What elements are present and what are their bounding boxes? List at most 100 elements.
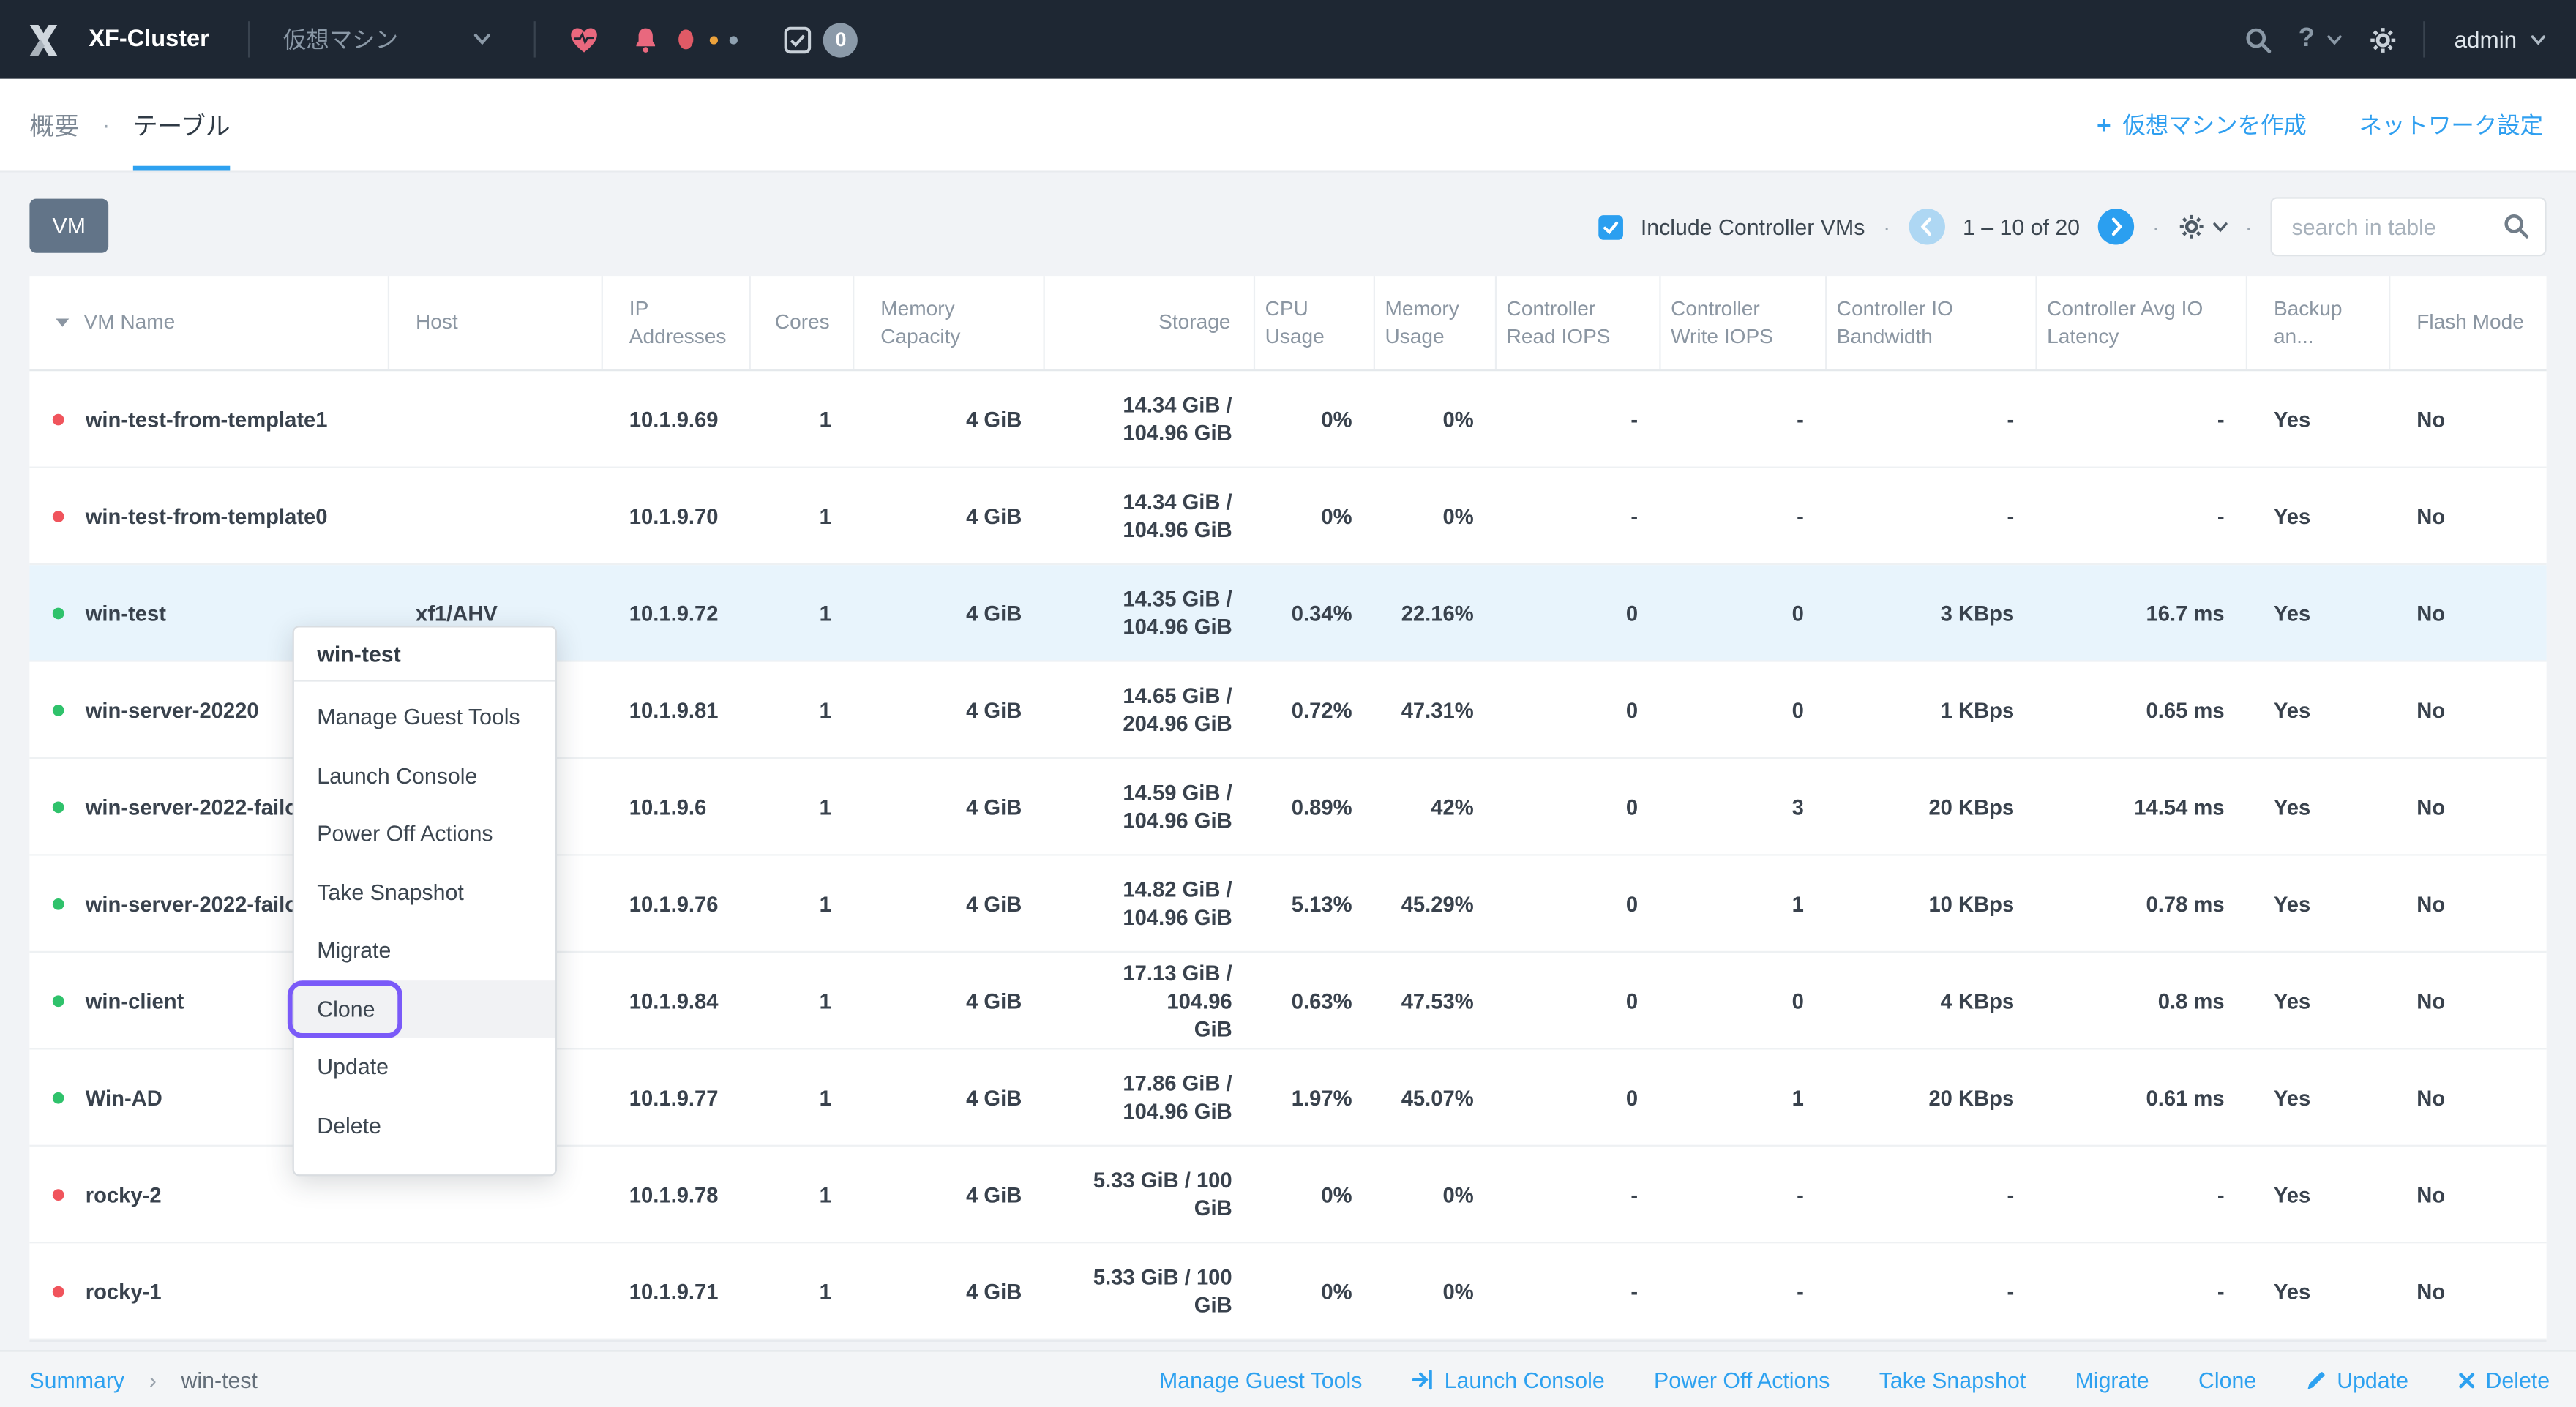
cell-backup: Yes	[2247, 468, 2390, 563]
tasks-button[interactable]: 0	[785, 22, 858, 56]
cell-memory: 4 GiB	[854, 1049, 1044, 1144]
column-header-memory-usage[interactable]: Memory Usage	[1375, 276, 1497, 369]
tab-separator: ·	[102, 111, 110, 139]
footer-action-delete[interactable]: Delete	[2457, 1367, 2550, 1392]
footer-action-migrate[interactable]: Migrate	[2075, 1367, 2149, 1392]
vm-name[interactable]: win-server-2022-failo	[86, 792, 298, 820]
table-row[interactable]: win-test-from-template010.1.9.7014 GiB14…	[29, 468, 2546, 565]
breadcrumb: Summary › win-test	[29, 1367, 258, 1392]
entity-menu-dropdown[interactable]: 仮想マシン	[283, 23, 492, 56]
vm-power-status-dot	[53, 800, 64, 812]
cell-cpu: 0%	[1255, 1243, 1375, 1338]
toolbar-separator: ·	[2152, 214, 2160, 239]
context-menu-item-take-snapshot[interactable]: Take Snapshot	[294, 863, 555, 922]
search-icon[interactable]	[2502, 212, 2530, 240]
table-search	[2270, 197, 2546, 256]
column-header-cores[interactable]: Cores	[751, 276, 854, 369]
vm-name[interactable]: rocky-1	[86, 1277, 162, 1305]
vm-name[interactable]: win-test	[86, 599, 166, 626]
column-header-controller-write-iops[interactable]: Controller Write IOPS	[1661, 276, 1827, 369]
vm-name[interactable]: rocky-2	[86, 1180, 162, 1208]
column-header-controller-avg-io-latency[interactable]: Controller Avg IO Latency	[2037, 276, 2247, 369]
column-header-cpu-usage[interactable]: CPU Usage	[1255, 276, 1375, 369]
user-menu[interactable]: admin	[2455, 26, 2547, 53]
tab-overview[interactable]: 概要	[29, 79, 78, 171]
cell-mem_usage: 45.07%	[1375, 1049, 1497, 1144]
column-header-storage[interactable]: Storage	[1045, 276, 1255, 369]
create-vm-link[interactable]: + 仮想マシンを作成	[2097, 108, 2307, 141]
footer-action-take-snapshot[interactable]: Take Snapshot	[1879, 1367, 2026, 1392]
pagination-prev-button[interactable]	[1909, 209, 1944, 244]
context-menu-item-power-off-actions[interactable]: Power Off Actions	[294, 805, 555, 863]
cell-io_lat: -	[2037, 371, 2247, 466]
context-menu-title: win-test	[294, 628, 555, 682]
vm-name[interactable]: win-server-20220	[86, 696, 259, 724]
vm-name[interactable]: win-server-2022-failo	[86, 890, 298, 918]
footer-action-update[interactable]: Update	[2306, 1367, 2408, 1392]
footer-action-label: Migrate	[2075, 1367, 2149, 1392]
cell-ip: 10.1.9.72	[603, 565, 751, 660]
column-header-label: VM Name	[83, 309, 175, 337]
footer-action-label: Manage Guest Tools	[1159, 1367, 1362, 1392]
vm-name[interactable]: win-test-from-template1	[86, 405, 328, 432]
cell-cpu: 0.63%	[1255, 953, 1375, 1048]
help-menu[interactable]: ?	[2299, 25, 2343, 54]
cell-io_lat: 0.61 ms	[2037, 1049, 2247, 1144]
footer-action-power-off-actions[interactable]: Power Off Actions	[1654, 1367, 1830, 1392]
cell-read_iops: 0	[1497, 1049, 1660, 1144]
column-header-host[interactable]: Host	[389, 276, 603, 369]
column-header-flash-mode[interactable]: Flash Mode	[2390, 276, 2546, 369]
column-header-label: Memory Usage	[1385, 295, 1472, 350]
column-header-controller-io-bandwidth[interactable]: Controller IO Bandwidth	[1827, 276, 2037, 369]
cell-cores: 1	[751, 662, 854, 757]
cell-read_iops: 0	[1497, 565, 1660, 660]
vm-type-button[interactable]: VM	[29, 199, 108, 253]
cell-storage: 14.65 GiB / 204.96 GiB	[1045, 662, 1255, 757]
vm-name[interactable]: Win-AD	[86, 1084, 162, 1111]
footer-action-label: Take Snapshot	[1879, 1367, 2026, 1392]
cell-ip: 10.1.9.84	[603, 953, 751, 1048]
info-alert-dot[interactable]	[730, 35, 738, 43]
alerts-bell-icon[interactable]	[633, 26, 659, 53]
context-menu-item-clone[interactable]: Clone	[294, 980, 555, 1038]
breadcrumb-summary-link[interactable]: Summary	[29, 1367, 124, 1392]
settings-gear-icon[interactable]	[2369, 26, 2397, 53]
cell-flash: No	[2390, 565, 2546, 660]
tab-table[interactable]: テーブル	[133, 79, 231, 171]
context-menu-item-manage-guest-tools[interactable]: Manage Guest Tools	[294, 689, 555, 747]
warning-alert-dot[interactable]	[711, 35, 719, 43]
table-row[interactable]: rocky-110.1.9.7114 GiB5.33 GiB / 100 GiB…	[29, 1243, 2546, 1340]
vm-name[interactable]: win-client	[86, 986, 184, 1014]
footer-action-launch-console[interactable]: Launch Console	[1412, 1367, 1605, 1392]
column-header-ip-addresses[interactable]: IP Addresses	[603, 276, 751, 369]
nutanix-x-logo[interactable]	[23, 19, 64, 60]
pagination-next-button[interactable]	[2098, 209, 2134, 244]
cell-read_iops: 0	[1497, 953, 1660, 1048]
table-row[interactable]: win-test-from-template110.1.9.6914 GiB14…	[29, 371, 2546, 468]
network-config-link[interactable]: ネットワーク設定	[2359, 108, 2543, 141]
cell-io_lat: 0.8 ms	[2037, 953, 2247, 1048]
health-heart-icon[interactable]	[569, 25, 600, 54]
column-header-backup-an-[interactable]: Backup an...	[2247, 276, 2390, 369]
footer-action-manage-guest-tools[interactable]: Manage Guest Tools	[1159, 1367, 1362, 1392]
cell-name: rocky-1	[29, 1243, 389, 1338]
context-menu-item-delete[interactable]: Delete	[294, 1096, 555, 1155]
cell-memory: 4 GiB	[854, 856, 1044, 951]
column-header-vm-name[interactable]: VM Name	[29, 276, 389, 369]
footer-action-clone[interactable]: Clone	[2198, 1367, 2256, 1392]
cell-write_iops: 0	[1661, 953, 1827, 1048]
cell-memory: 4 GiB	[854, 953, 1044, 1048]
context-menu-item-update[interactable]: Update	[294, 1038, 555, 1097]
include-controller-vms-checkbox[interactable]	[1598, 214, 1622, 239]
vm-name[interactable]: win-test-from-template0	[86, 502, 328, 530]
column-header-controller-read-iops[interactable]: Controller Read IOPS	[1497, 276, 1660, 369]
context-menu-item-migrate[interactable]: Migrate	[294, 921, 555, 980]
critical-alert-badge[interactable]	[679, 29, 694, 49]
context-menu-item-launch-console[interactable]: Launch Console	[294, 746, 555, 805]
column-header-label: Cores	[775, 309, 830, 337]
column-header-memory-capacity[interactable]: Memory Capacity	[854, 276, 1044, 369]
context-menu-item-label: Delete	[317, 1113, 381, 1138]
close-icon	[2457, 1370, 2476, 1389]
search-icon[interactable]	[2244, 26, 2272, 53]
table-settings-dropdown[interactable]	[2178, 214, 2227, 240]
